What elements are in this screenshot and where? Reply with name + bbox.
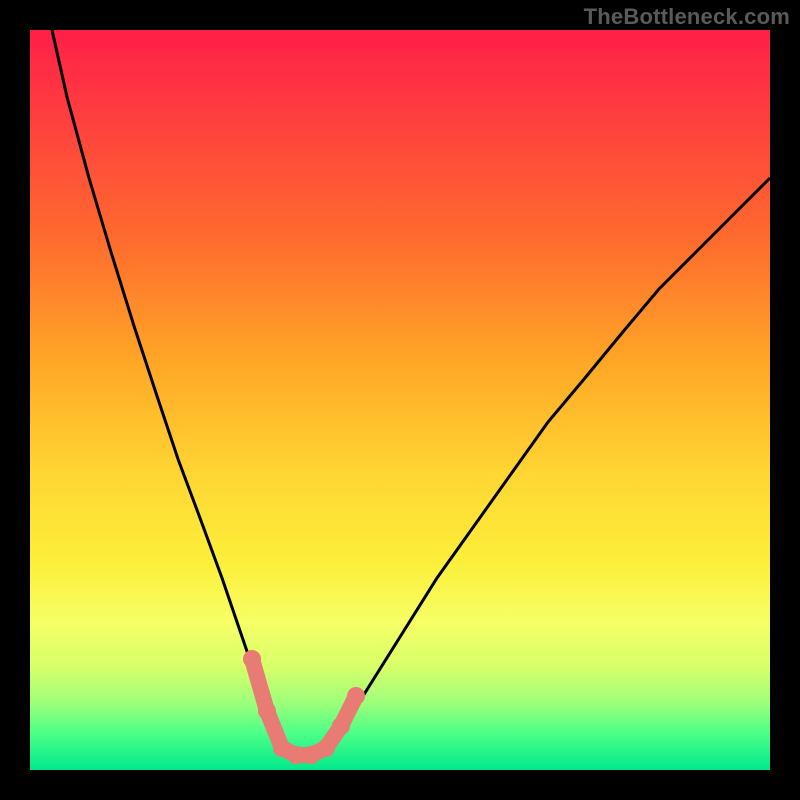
bottleneck-curve xyxy=(52,30,770,755)
plot-area xyxy=(30,30,770,770)
curve-layer xyxy=(30,30,770,770)
min-region-markers xyxy=(243,650,365,764)
watermark-text: TheBottleneck.com xyxy=(584,4,790,30)
min-region-stroke xyxy=(252,659,356,755)
chart-frame: TheBottleneck.com xyxy=(0,0,800,800)
